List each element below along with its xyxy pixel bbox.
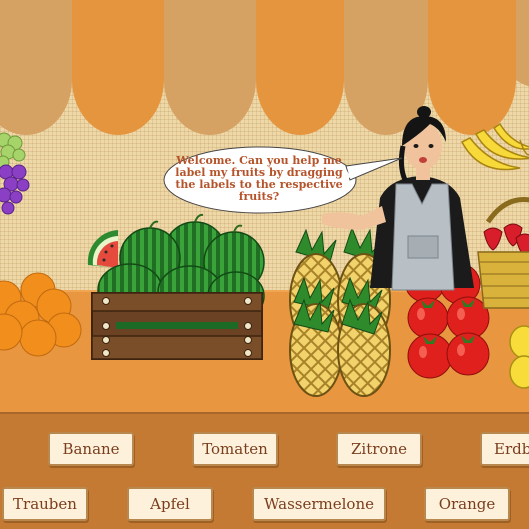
orange-icon <box>0 272 82 357</box>
strawberry-basket-icon <box>477 197 529 309</box>
label-trauben[interactable]: Trauben <box>2 487 88 521</box>
label-erdbeeren[interactable]: Erdbe <box>480 432 529 466</box>
grapes-icon <box>0 132 30 215</box>
label-apfel[interactable]: Apfel <box>127 487 213 521</box>
wooden-crate-icon <box>91 292 263 360</box>
speech-text: Welcome. Can you help me label my fruits… <box>175 154 343 203</box>
label-tomaten[interactable]: Tomaten <box>192 432 278 466</box>
market-scene: Welcome. Can you help me label my fruits… <box>0 0 529 529</box>
label-orange[interactable]: Orange <box>424 487 510 521</box>
label-banane[interactable]: Banane <box>48 432 134 466</box>
awning <box>0 0 529 135</box>
label-zitrone[interactable]: Zitrone <box>336 432 422 466</box>
label-wassermelone[interactable]: Wassermelone <box>252 487 386 521</box>
lemon-icon <box>509 325 529 389</box>
